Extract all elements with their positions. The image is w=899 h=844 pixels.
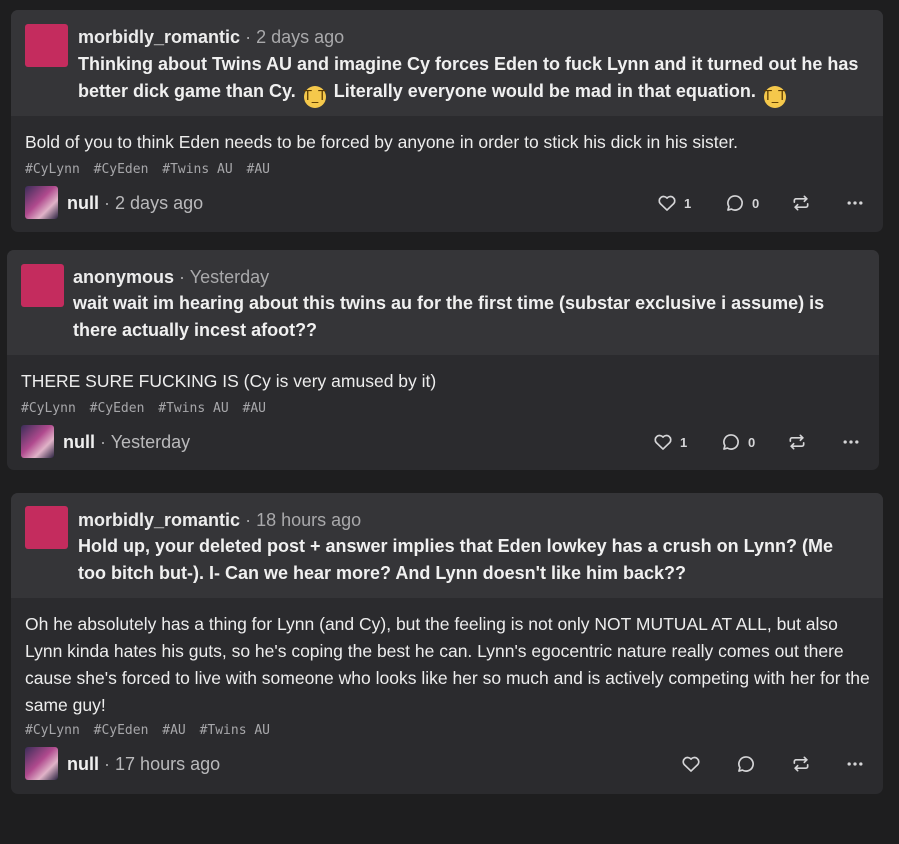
user-name[interactable]: null — [67, 754, 99, 774]
tag[interactable]: #CyEden — [90, 401, 145, 416]
post-time[interactable]: Yesterday — [111, 432, 190, 452]
like-button[interactable]: 1 — [653, 432, 688, 452]
ask-panel: morbidly_romantic · 2 days ago Thinking … — [11, 10, 883, 116]
user-line: null · 2 days ago — [67, 191, 203, 215]
like-button[interactable] — [681, 754, 701, 774]
more-button[interactable] — [841, 432, 861, 452]
comment-button[interactable]: 0 — [721, 432, 756, 452]
like-button[interactable]: 1 — [657, 193, 692, 213]
asker-avatar[interactable] — [21, 264, 64, 307]
comment-button[interactable]: 0 — [725, 193, 760, 213]
reblog-icon — [789, 434, 805, 450]
asker-avatar[interactable] — [25, 24, 68, 67]
separator-dot: · — [179, 267, 186, 287]
heart-icon — [658, 195, 676, 211]
question-text: Thinking about Twins AU and imagine Cy f… — [78, 51, 868, 108]
post-actions — [681, 747, 870, 781]
more-icon — [847, 201, 863, 205]
ask-time[interactable]: Yesterday — [190, 267, 269, 287]
post-footer: null · 17 hours ago — [25, 747, 870, 781]
like-count: 1 — [680, 434, 688, 450]
tag-list: #CyLynn #CyEden #Twins AU #AU — [25, 161, 276, 179]
separator-dot: · — [104, 193, 111, 213]
user-name[interactable]: null — [67, 193, 99, 213]
asker-name[interactable]: morbidly_romantic — [78, 27, 240, 47]
asker-name[interactable]: morbidly_romantic — [78, 510, 240, 530]
reblog-button[interactable] — [787, 432, 807, 452]
more-button[interactable] — [845, 754, 865, 774]
ask-time[interactable]: 18 hours ago — [256, 510, 361, 530]
post-card: anonymous · Yesterday wait wait im heari… — [7, 250, 879, 470]
post-footer: null · Yesterday 1 0 — [21, 425, 866, 459]
comment-icon — [723, 434, 739, 450]
comment-count: 0 — [748, 434, 756, 450]
ask-meta: morbidly_romantic · 18 hours ago — [78, 508, 361, 532]
user-avatar[interactable] — [25, 747, 58, 780]
reblog-button[interactable] — [791, 754, 811, 774]
tag[interactable]: #CyLynn — [21, 401, 76, 416]
loudly-crying-emoji-icon: T_T — [303, 86, 326, 108]
heart-icon — [682, 756, 700, 772]
separator-dot: · — [245, 510, 252, 530]
answer-text: Bold of you to think Eden needs to be fo… — [25, 132, 739, 152]
comment-count: 0 — [752, 195, 760, 211]
reblog-icon — [793, 195, 809, 211]
post-card: morbidly_romantic · 2 days ago Thinking … — [11, 10, 883, 232]
post-card: morbidly_romantic · 18 hours ago Hold up… — [11, 493, 883, 794]
asker-name[interactable]: anonymous — [73, 267, 174, 287]
separator-dot: · — [245, 27, 252, 47]
comment-icon — [727, 195, 743, 211]
separator-dot: · — [104, 754, 111, 774]
like-count: 1 — [684, 195, 692, 211]
post-time[interactable]: 2 days ago — [115, 193, 203, 213]
ask-meta: anonymous · Yesterday — [73, 265, 269, 289]
answer-text: THERE SURE FUCKING IS (Cy is very amused… — [21, 371, 437, 391]
user-line: null · 17 hours ago — [67, 752, 220, 776]
loudly-crying-emoji-icon: T_T — [763, 86, 786, 108]
tag[interactable]: #CyLynn — [25, 723, 80, 738]
reblog-icon — [793, 756, 809, 772]
tag-list: #CyLynn #CyEden #AU #Twins AU — [25, 722, 276, 740]
tag[interactable]: #AU — [162, 723, 185, 738]
reblog-button[interactable] — [791, 193, 811, 213]
ask-panel: anonymous · Yesterday wait wait im heari… — [7, 250, 879, 355]
user-line: null · Yesterday — [63, 430, 190, 454]
post-footer: null · 2 days ago 1 0 — [25, 186, 870, 220]
tag[interactable]: #CyEden — [94, 723, 149, 738]
ask-panel: morbidly_romantic · 18 hours ago Hold up… — [11, 493, 883, 598]
tag-list: #CyLynn #CyEden #Twins AU #AU — [21, 400, 272, 418]
user-avatar[interactable] — [25, 186, 58, 219]
tag[interactable]: #Twins AU — [200, 723, 270, 738]
tag[interactable]: #AU — [243, 401, 266, 416]
comment-icon — [738, 756, 754, 772]
ask-meta: morbidly_romantic · 2 days ago — [78, 25, 344, 49]
tag[interactable]: #CyLynn — [25, 162, 80, 177]
question-text: Hold up, your deleted post + answer impl… — [78, 536, 833, 583]
post-actions: 1 0 — [657, 186, 870, 220]
comment-button[interactable] — [736, 754, 756, 774]
tag[interactable]: #Twins AU — [158, 401, 228, 416]
question-line: better dick game than Cy. — [78, 81, 296, 101]
separator-dot: · — [100, 432, 107, 452]
more-button[interactable] — [845, 193, 865, 213]
tag[interactable]: #AU — [247, 162, 270, 177]
asker-avatar[interactable] — [25, 506, 68, 549]
question-line: Literally everyone would be mad in that … — [333, 81, 756, 101]
question-line: Thinking about Twins AU and imagine Cy f… — [78, 54, 859, 74]
tag[interactable]: #CyEden — [94, 162, 149, 177]
post-actions: 1 0 — [653, 425, 866, 459]
answer-text: Oh he absolutely has a thing for Lynn (a… — [25, 614, 870, 715]
ask-time[interactable]: 2 days ago — [256, 27, 344, 47]
more-icon — [847, 762, 863, 766]
more-icon — [843, 440, 859, 444]
user-avatar[interactable] — [21, 425, 54, 458]
user-name[interactable]: null — [63, 432, 95, 452]
tag[interactable]: #Twins AU — [162, 162, 232, 177]
heart-icon — [654, 434, 672, 450]
question-text: wait wait im hearing about this twins au… — [73, 293, 825, 340]
post-time[interactable]: 17 hours ago — [115, 754, 220, 774]
